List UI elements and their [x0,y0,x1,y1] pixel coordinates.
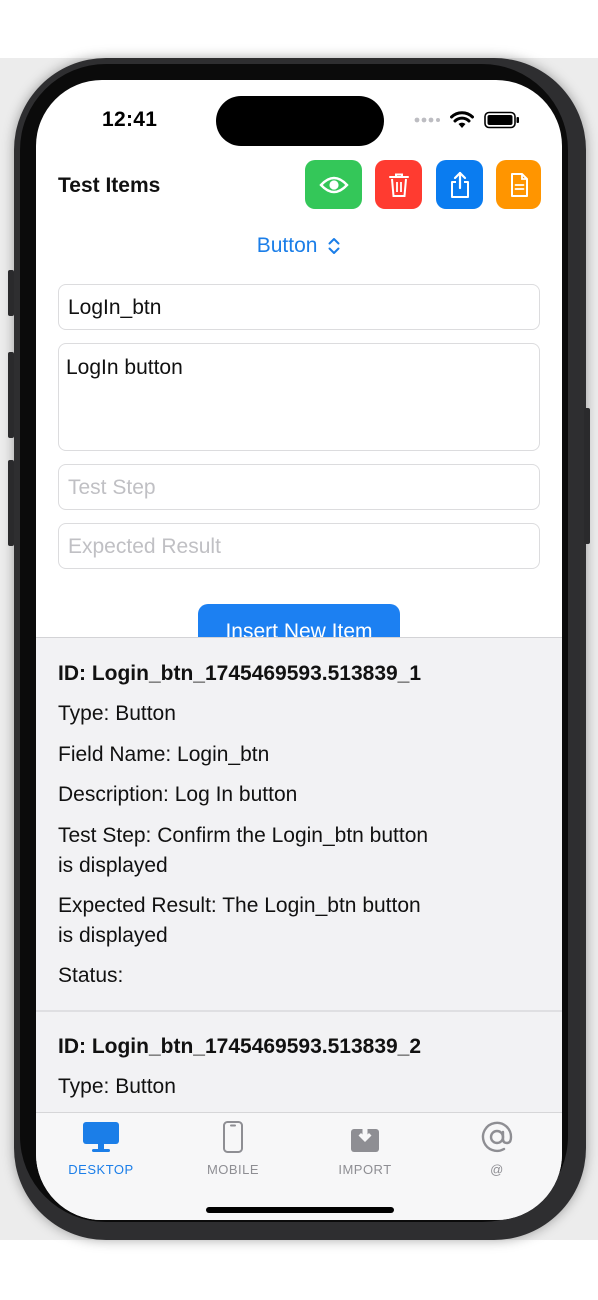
tab-label: MOBILE [206,1162,260,1177]
tab-at[interactable]: @ [442,1121,552,1177]
delete-button[interactable] [375,160,422,209]
tab-label: @ [490,1162,504,1177]
top-margin [0,0,598,58]
item-type: Type: Button [58,702,176,725]
item-field-name: Field Name: Login_btn [58,743,270,766]
preview-button[interactable] [305,160,362,209]
desktop-icon [83,1122,119,1152]
list-item[interactable]: ID: Login_btn_1745469593.513839_1 Type: … [36,638,562,1010]
list-item[interactable]: ID: Login_btn_1745469593.513839_2 Type: … [36,1012,562,1113]
item-test-step: Test Step: Confirm the Login_btn button [58,824,429,847]
volume-down-button [8,460,14,546]
share-icon [450,171,469,198]
mute-switch [8,270,14,316]
tab-bar: DESKTOP MOBILE IMPORT @ [36,1112,562,1220]
tab-mobile[interactable]: MOBILE [178,1121,288,1177]
document-icon [510,172,528,197]
import-icon [351,1122,379,1152]
trash-icon [388,173,409,197]
description-value: LogIn button [66,356,183,379]
page-title: Test Items [58,174,161,197]
test-step-placeholder: Test Step [68,476,156,499]
power-button [584,408,590,544]
tab-desktop[interactable]: DESKTOP [46,1121,156,1177]
status-icons [414,108,520,132]
item-description: Description: Log In button [58,783,298,806]
item-id: ID: Login_btn_1745469593.513839_2 [58,1035,422,1058]
expected-result-input[interactable]: Expected Result [58,523,540,569]
item-type: Type: Button [58,1075,176,1098]
eye-icon [318,176,349,193]
home-indicator [206,1207,394,1213]
share-button[interactable] [436,160,483,209]
wifi-icon [450,111,474,128]
bottom-margin [0,1240,598,1300]
expected-result-placeholder: Expected Result [68,535,221,558]
tab-label: IMPORT [338,1162,392,1177]
field-name-value: LogIn_btn [68,296,162,319]
at-icon [481,1121,513,1153]
type-picker[interactable]: Button [36,234,562,258]
signal-icon [414,117,440,123]
mobile-phone-icon [223,1121,243,1153]
status-time: 12:41 [102,108,158,131]
item-test-step-continued: is displayed [58,854,168,877]
test-step-input[interactable]: Test Step [58,464,540,510]
description-textarea[interactable]: LogIn button [58,343,540,451]
item-status: Status: [58,964,124,987]
field-name-input[interactable]: LogIn_btn [58,284,540,330]
tab-import[interactable]: IMPORT [310,1121,420,1177]
dynamic-island [216,96,384,146]
volume-up-button [8,352,14,438]
app-screen: 12:41 Test Items Button LogIn_btn LogIn … [36,80,562,1220]
item-expected-result-continued: is displayed [58,924,168,947]
tab-label: DESKTOP [68,1162,134,1177]
battery-icon [484,111,519,129]
export-document-button[interactable] [496,160,541,209]
item-expected-result: Expected Result: The Login_btn button [58,894,421,917]
test-item-list[interactable]: ID: Login_btn_1745469593.513839_1 Type: … [36,637,562,1113]
item-id: ID: Login_btn_1745469593.513839_1 [58,662,422,685]
chevron-up-down-icon [328,238,340,255]
type-picker-value: Button [256,234,318,257]
